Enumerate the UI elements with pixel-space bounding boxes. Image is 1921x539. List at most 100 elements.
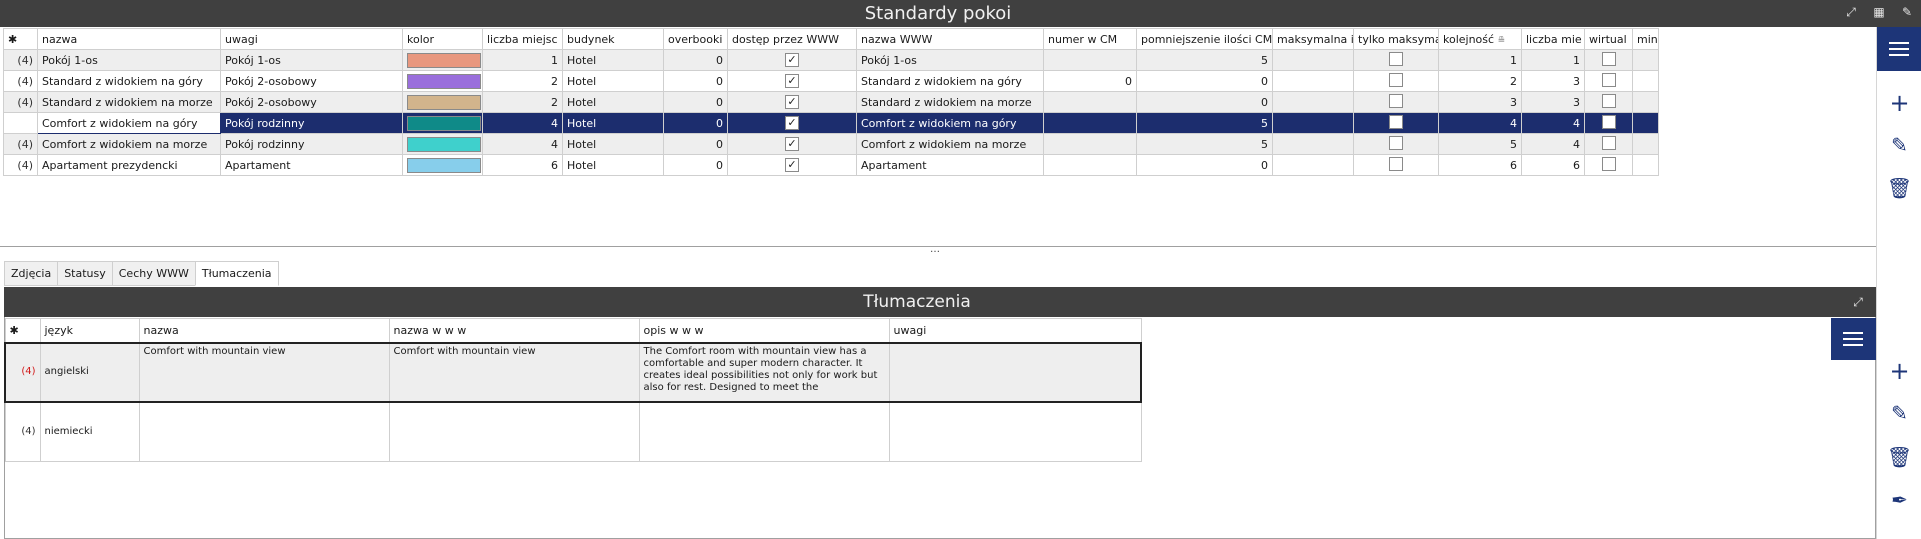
www-access-cell[interactable]: ✓ <box>727 154 857 176</box>
pen-tool-button[interactable]: ✒ <box>1877 482 1921 518</box>
only-maximum-cell[interactable] <box>1353 91 1439 113</box>
min-cell[interactable] <box>1632 133 1659 155</box>
grid-settings-icon[interactable]: ▦ <box>1871 5 1887 20</box>
www-description-cell[interactable]: The Comfort room with mountain view has … <box>638 341 890 403</box>
table-row[interactable]: (4) Pokój 1-os Pokój 1-os 1 Hotel 0 ✓ Pokój 1-o… <box>3 49 1659 71</box>
www-access-cell[interactable]: ✓ <box>727 112 857 134</box>
tab-zdjecia[interactable]: Zdjęcia <box>4 261 58 286</box>
table-row[interactable]: (4) angielski Comfort with mountain view… <box>4 341 1142 403</box>
checkbox[interactable]: ✓ <box>785 158 799 172</box>
building-cell[interactable]: Hotel <box>562 49 664 71</box>
checkbox[interactable]: ✓ <box>785 95 799 109</box>
checkbox[interactable] <box>1389 93 1403 108</box>
delete-translation-button[interactable]: 🗑 <box>1877 439 1921 475</box>
order-cell[interactable]: 6 <box>1438 154 1522 176</box>
cm-reduction-cell[interactable]: 0 <box>1136 154 1273 176</box>
name-cell[interactable]: Comfort with mountain view <box>138 341 390 403</box>
checkbox[interactable]: ✓ <box>785 74 799 88</box>
checkbox[interactable] <box>1601 51 1616 66</box>
star-icon[interactable]: ✱ <box>3 28 38 50</box>
overbooking-cell[interactable]: 0 <box>663 112 728 134</box>
order-cell[interactable]: 5 <box>1438 133 1522 155</box>
cm-number-cell[interactable] <box>1043 49 1137 71</box>
only-maximum-cell[interactable] <box>1353 133 1439 155</box>
building-cell[interactable]: Hotel <box>562 133 664 155</box>
delete-button[interactable]: 🗑 <box>1877 170 1921 206</box>
notes-cell[interactable] <box>888 341 1142 403</box>
virtual-cell[interactable] <box>1584 133 1633 155</box>
col-header[interactable]: kolor <box>402 28 483 50</box>
cm-reduction-cell[interactable]: 5 <box>1136 133 1273 155</box>
color-cell[interactable] <box>402 49 483 71</box>
name-cell[interactable]: Standard z widokiem na morze <box>37 91 221 113</box>
checkbox[interactable] <box>1601 93 1616 108</box>
overbooking-cell[interactable]: 0 <box>663 133 728 155</box>
name-cell[interactable] <box>138 401 390 462</box>
min-cell[interactable] <box>1632 112 1659 134</box>
color-cell[interactable] <box>402 91 483 113</box>
cm-number-cell[interactable] <box>1043 154 1137 176</box>
places-count-cell[interactable]: 1 <box>1521 49 1585 71</box>
col-header[interactable]: dostęp przez WWW <box>727 28 857 50</box>
col-header[interactable]: nazwa <box>37 28 221 50</box>
checkbox[interactable] <box>1601 135 1616 150</box>
col-header[interactable]: pomniejszenie ilości CM <box>1136 28 1273 50</box>
cm-number-cell[interactable] <box>1043 91 1137 113</box>
color-swatch[interactable] <box>407 73 481 89</box>
only-maximum-cell[interactable] <box>1353 49 1439 71</box>
www-access-cell[interactable]: ✓ <box>727 91 857 113</box>
checkbox[interactable]: ✓ <box>785 116 799 130</box>
notes-cell[interactable]: Pokój rodzinny <box>220 112 403 134</box>
overbooking-cell[interactable]: 0 <box>663 70 728 92</box>
notes-cell[interactable]: Pokój 2-osobowy <box>220 70 403 92</box>
notes-cell[interactable]: Pokój rodzinny <box>220 133 403 155</box>
col-header[interactable]: min <box>1632 28 1659 50</box>
language-cell[interactable]: angielski <box>39 341 140 403</box>
expand-icon[interactable]: ⤢ <box>1843 5 1859 20</box>
color-swatch[interactable] <box>407 52 481 68</box>
color-swatch[interactable] <box>407 157 481 173</box>
edit-button[interactable]: ✎ <box>1877 127 1921 163</box>
checkbox[interactable] <box>1601 156 1616 171</box>
edit-translation-button[interactable]: ✎ <box>1877 395 1921 431</box>
places-count-cell[interactable]: 6 <box>1521 154 1585 176</box>
checkbox[interactable] <box>1389 51 1403 66</box>
col-header[interactable]: wirtual <box>1584 28 1633 50</box>
color-cell[interactable] <box>402 112 483 134</box>
min-cell[interactable] <box>1632 70 1659 92</box>
color-cell[interactable] <box>402 70 483 92</box>
min-cell[interactable] <box>1632 154 1659 176</box>
places-cell[interactable]: 4 <box>482 133 563 155</box>
notes-cell[interactable]: Pokój 2-osobowy <box>220 91 403 113</box>
places-count-cell[interactable]: 3 <box>1521 91 1585 113</box>
col-header[interactable]: numer w CM <box>1043 28 1137 50</box>
checkbox[interactable] <box>1601 114 1616 129</box>
only-maximum-cell[interactable] <box>1353 112 1439 134</box>
maximum-cell[interactable] <box>1272 154 1354 176</box>
tab-statusy[interactable]: Statusy <box>57 261 112 286</box>
overbooking-cell[interactable]: 0 <box>663 154 728 176</box>
col-header[interactable]: liczba miejsc <box>482 28 563 50</box>
cm-number-cell[interactable] <box>1043 133 1137 155</box>
language-cell[interactable]: niemiecki <box>39 401 140 462</box>
www-description-cell[interactable] <box>638 401 890 462</box>
checkbox[interactable] <box>1389 156 1403 171</box>
www-name-cell[interactable]: Apartament <box>856 154 1044 176</box>
table-row[interactable]: (4) Standard z widokiem na góry Pokój 2-os… <box>3 70 1659 92</box>
places-cell[interactable]: 6 <box>482 154 563 176</box>
color-cell[interactable] <box>402 133 483 155</box>
table-row[interactable]: (4) Comfort z widokiem na góry Pokój rodzi… <box>3 112 1659 134</box>
table-row[interactable]: (4) Standard z widokiem na morze Pokój 2-o… <box>3 91 1659 113</box>
cm-reduction-cell[interactable]: 0 <box>1136 91 1273 113</box>
virtual-cell[interactable] <box>1584 112 1633 134</box>
checkbox[interactable]: ✓ <box>785 137 799 151</box>
www-access-cell[interactable]: ✓ <box>727 133 857 155</box>
notes-cell[interactable]: Pokój 1-os <box>220 49 403 71</box>
order-cell[interactable]: 1 <box>1438 49 1522 71</box>
checkbox[interactable] <box>1389 114 1403 129</box>
www-name-cell[interactable]: Comfort z widokiem na morze <box>856 133 1044 155</box>
building-cell[interactable]: Hotel <box>562 70 664 92</box>
name-cell[interactable]: Standard z widokiem na góry <box>37 70 221 92</box>
maximum-cell[interactable] <box>1272 49 1354 71</box>
www-name-cell[interactable]: Pokój 1-os <box>856 49 1044 71</box>
